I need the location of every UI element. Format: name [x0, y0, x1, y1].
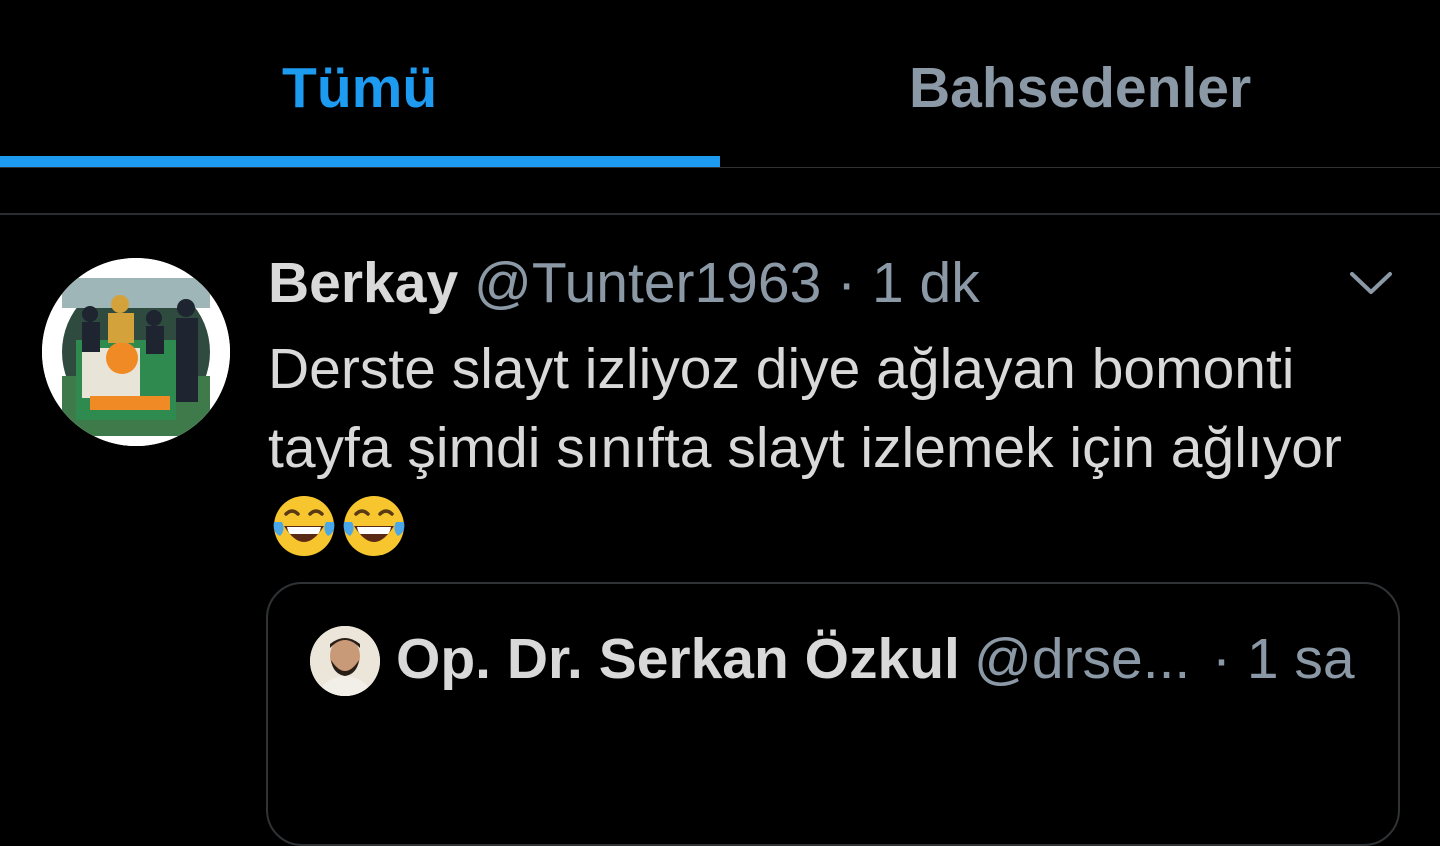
- display-name[interactable]: Berkay: [268, 251, 458, 315]
- tabs-divider: [0, 167, 1440, 168]
- tab-bar: Tümü Bahsedenler: [0, 0, 1440, 168]
- avatar-image: [42, 258, 230, 446]
- tab-mentions-label: Bahsedenler: [909, 56, 1252, 120]
- tweet-text: Derste slayt izliyoz diye ağlayan bomont…: [268, 337, 1342, 480]
- tears-of-joy-emoji-icon: [270, 492, 338, 560]
- avatar[interactable]: [42, 258, 230, 446]
- tab-all[interactable]: Tümü: [0, 0, 720, 168]
- meta-separator: ·: [837, 251, 857, 315]
- tears-of-joy-emoji-icon: [340, 492, 408, 560]
- tweet-header: Berkay @Tunter1963 · 1 dk: [268, 250, 980, 316]
- tweet-body: Derste slayt izliyoz diye ağlayan bomont…: [268, 330, 1388, 567]
- quote-display-name[interactable]: Op. Dr. Serkan Özkul: [396, 626, 960, 692]
- feed-divider: [0, 213, 1440, 215]
- timestamp[interactable]: 1 dk: [872, 251, 980, 315]
- quote-handle[interactable]: @drse...: [974, 626, 1190, 692]
- tab-all-label: Tümü: [282, 56, 438, 120]
- quote-avatar-image: [310, 626, 380, 696]
- handle[interactable]: @Tunter1963: [474, 251, 821, 315]
- quote-separator: ·: [1212, 627, 1231, 691]
- quote-avatar[interactable]: [310, 626, 380, 696]
- quote-timestamp[interactable]: · 1 sa: [1212, 626, 1355, 692]
- chevron-down-icon[interactable]: [1346, 266, 1396, 300]
- quoted-tweet[interactable]: Op. Dr. Serkan Özkul @drse... · 1 sa: [266, 582, 1400, 846]
- tab-mentions[interactable]: Bahsedenler: [720, 0, 1440, 168]
- quote-time-value: 1 sa: [1246, 627, 1355, 691]
